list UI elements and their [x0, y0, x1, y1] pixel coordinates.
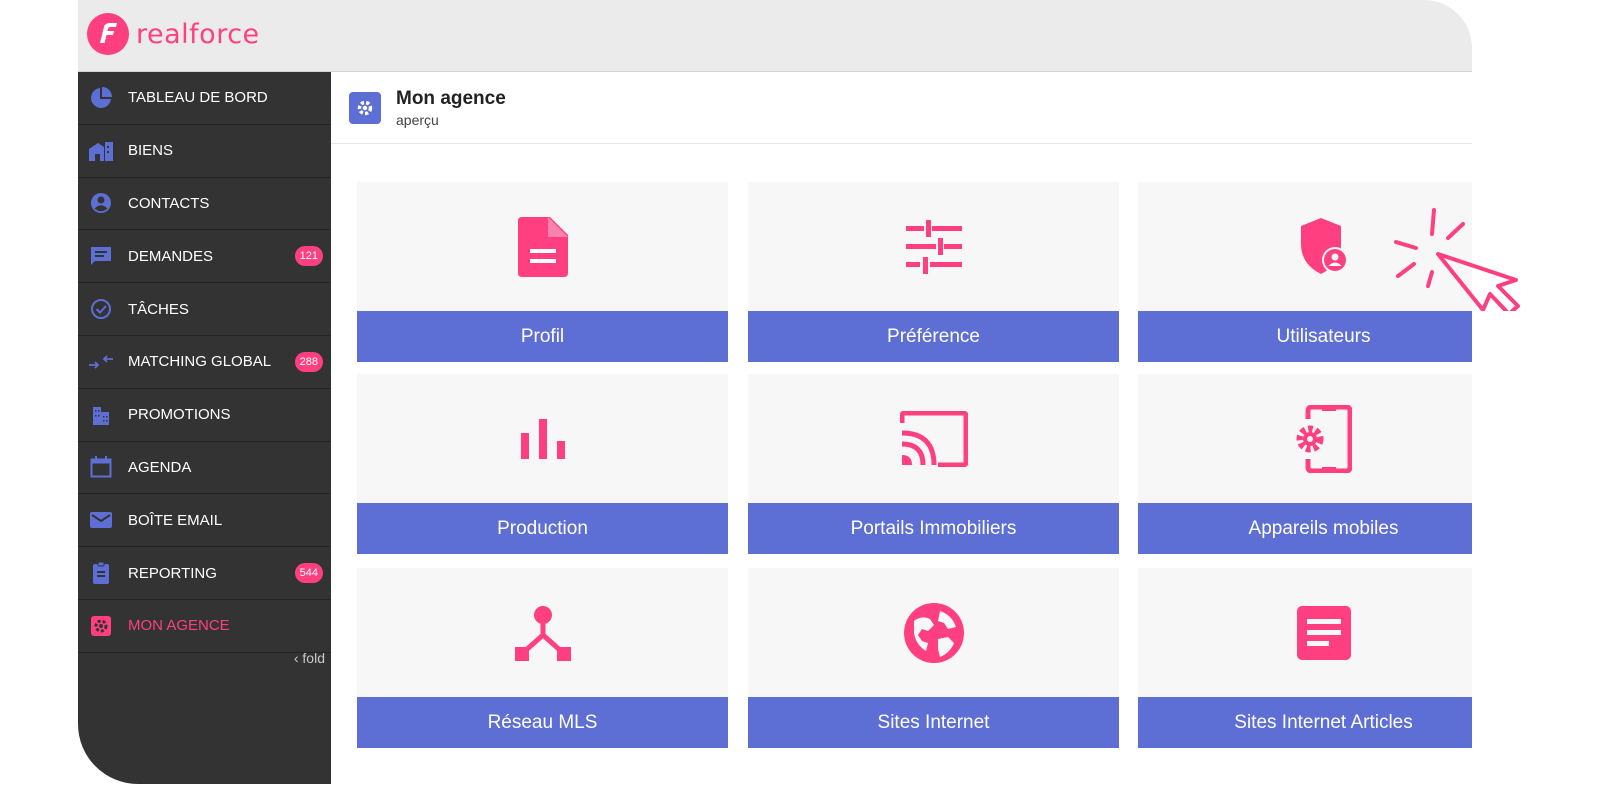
realforce-logo-icon [87, 13, 129, 55]
sidebar-item-demandes[interactable]: DEMANDES 121 [78, 230, 331, 284]
sidebar-item-reporting[interactable]: REPORTING 544 [78, 547, 331, 600]
sidebar-item-label: DEMANDES [128, 247, 214, 265]
count-badge: 544 [294, 563, 323, 584]
sidebar: TABLEAU DE BORD BIENS CONTACTS DEMANDES … [78, 72, 331, 784]
main-content: Mon agence aperçu Profil Préférence Util… [331, 72, 1472, 784]
app-window: realforce TABLEAU DE BORD BIENS CONTACTS [78, 0, 1472, 784]
tile-sites-internet[interactable]: Sites Internet [748, 568, 1119, 748]
cursor-click-icon [1394, 208, 1520, 311]
sidebar-item-label: TABLEAU DE BORD [128, 89, 268, 107]
sidebar-item-contacts[interactable]: CONTACTS [78, 178, 331, 231]
tile-label: Portails Immobiliers [748, 503, 1119, 554]
sidebar-item-promotions[interactable]: PROMOTIONS [78, 389, 331, 442]
globe-icon [748, 598, 1119, 668]
network-icon [357, 598, 728, 668]
tile-label: Sites Internet [748, 697, 1119, 748]
tile-label: Sites Internet Articles [1138, 697, 1472, 748]
chevron-left-icon: ‹ [293, 650, 299, 666]
contact-icon [89, 191, 113, 215]
tile-production[interactable]: Production [357, 374, 728, 554]
mobile-settings-icon [1138, 404, 1472, 474]
sidebar-item-label: REPORTING [128, 564, 217, 582]
swap-arrows-icon [89, 350, 113, 374]
page-title: Mon agence [396, 88, 506, 109]
check-circle-icon [89, 297, 113, 321]
count-badge: 288 [294, 351, 323, 372]
tile-label: Utilisateurs [1138, 311, 1472, 362]
sidebar-item-biens[interactable]: BIENS [78, 125, 331, 178]
top-bar: realforce [78, 0, 1472, 72]
sidebar-item-matching-global[interactable]: MATCHING GLOBAL 288 [78, 336, 331, 389]
sidebar-item-boite-email[interactable]: BOÎTE EMAIL [78, 494, 331, 548]
count-badge: 121 [294, 246, 323, 267]
message-icon [89, 244, 113, 268]
page-header: Mon agence aperçu [331, 72, 1472, 144]
tile-label: Appareils mobiles [1138, 503, 1472, 554]
logo[interactable]: realforce [86, 12, 260, 56]
sidebar-item-tableau-de-bord[interactable]: TABLEAU DE BORD [78, 72, 331, 125]
tile-reseau-mls[interactable]: Réseau MLS [357, 568, 728, 748]
tile-sites-internet-articles[interactable]: Sites Internet Articles [1138, 568, 1472, 748]
tile-label: Profil [357, 311, 728, 362]
tile-appareils-mobiles[interactable]: Appareils mobiles [1138, 374, 1472, 554]
sidebar-item-label: PROMOTIONS [128, 406, 231, 424]
tile-label: Réseau MLS [357, 697, 728, 748]
sidebar-item-agenda[interactable]: AGENDA [78, 442, 331, 495]
sidebar-item-taches[interactable]: TÂCHES [78, 283, 331, 336]
dashboard-pie-icon [89, 86, 113, 110]
fold-toggle[interactable]: ‹ fold [294, 650, 325, 666]
bar-chart-icon [357, 404, 728, 474]
sliders-icon [748, 212, 1119, 282]
gear-icon [89, 614, 113, 638]
gear-icon [349, 92, 381, 124]
sidebar-item-label: MON AGENCE [128, 617, 230, 635]
fold-label: fold [302, 650, 325, 666]
tile-preference[interactable]: Préférence [748, 182, 1119, 362]
cast-icon [748, 404, 1119, 474]
tile-profil[interactable]: Profil [357, 182, 728, 362]
building-icon [89, 403, 113, 427]
clipboard-icon [89, 561, 113, 585]
sidebar-item-label: CONTACTS [128, 194, 210, 212]
tile-portails-immobiliers[interactable]: Portails Immobiliers [748, 374, 1119, 554]
tile-label: Préférence [748, 311, 1119, 362]
sidebar-item-label: BIENS [128, 142, 174, 160]
tile-label: Production [357, 503, 728, 554]
article-icon [1138, 598, 1472, 668]
page-subtitle: aperçu [396, 112, 439, 128]
brand-name: realforce [136, 18, 260, 50]
sidebar-item-label: AGENDA [128, 458, 192, 476]
document-icon [357, 212, 728, 282]
sidebar-item-label: BOÎTE EMAIL [128, 511, 223, 529]
calendar-icon [89, 455, 113, 479]
sidebar-item-label: MATCHING GLOBAL [128, 353, 272, 371]
sidebar-item-mon-agence[interactable]: MON AGENCE [78, 600, 331, 653]
sidebar-item-label: TÂCHES [128, 300, 189, 318]
house-icon [89, 139, 113, 163]
mail-icon [89, 508, 113, 532]
